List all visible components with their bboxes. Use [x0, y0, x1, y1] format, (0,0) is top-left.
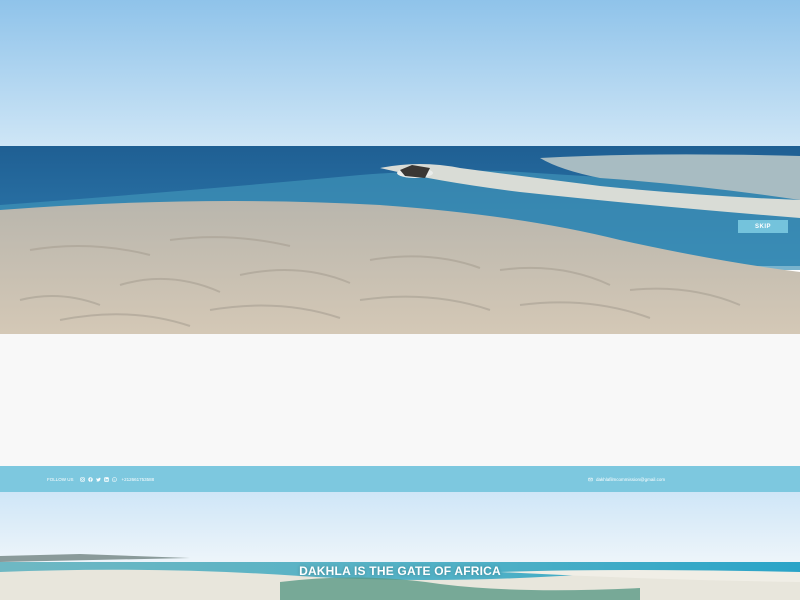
info-bar: FOLLOW US +212661753588 dakhlafilmcommis…	[0, 466, 800, 492]
facebook-icon[interactable]	[87, 476, 93, 482]
instagram-icon[interactable]	[79, 476, 85, 482]
follow-us-label: FOLLOW US	[47, 476, 74, 482]
aerial-lagoon-image	[0, 0, 800, 334]
email-contact[interactable]: dakhlafilmcommission@gmail.com	[588, 466, 665, 492]
whatsapp-icon[interactable]	[111, 476, 117, 482]
hero-banner: DAKHLA IS THE GATE OF AFRICA	[0, 492, 800, 600]
linkedin-icon[interactable]	[103, 476, 109, 482]
content-placeholder	[0, 334, 800, 466]
intro-video[interactable]: SKIP	[0, 0, 800, 334]
twitter-icon[interactable]	[95, 477, 101, 482]
coast-landscape-image	[0, 492, 800, 600]
social-links: FOLLOW US +212661753588	[47, 466, 154, 492]
email-address: dakhlafilmcommission@gmail.com	[596, 476, 666, 482]
hero-title: DAKHLA IS THE GATE OF AFRICA	[299, 564, 501, 578]
phone-number[interactable]: +212661753588	[122, 477, 155, 482]
envelope-icon	[588, 477, 593, 482]
skip-button[interactable]: SKIP	[738, 220, 788, 233]
